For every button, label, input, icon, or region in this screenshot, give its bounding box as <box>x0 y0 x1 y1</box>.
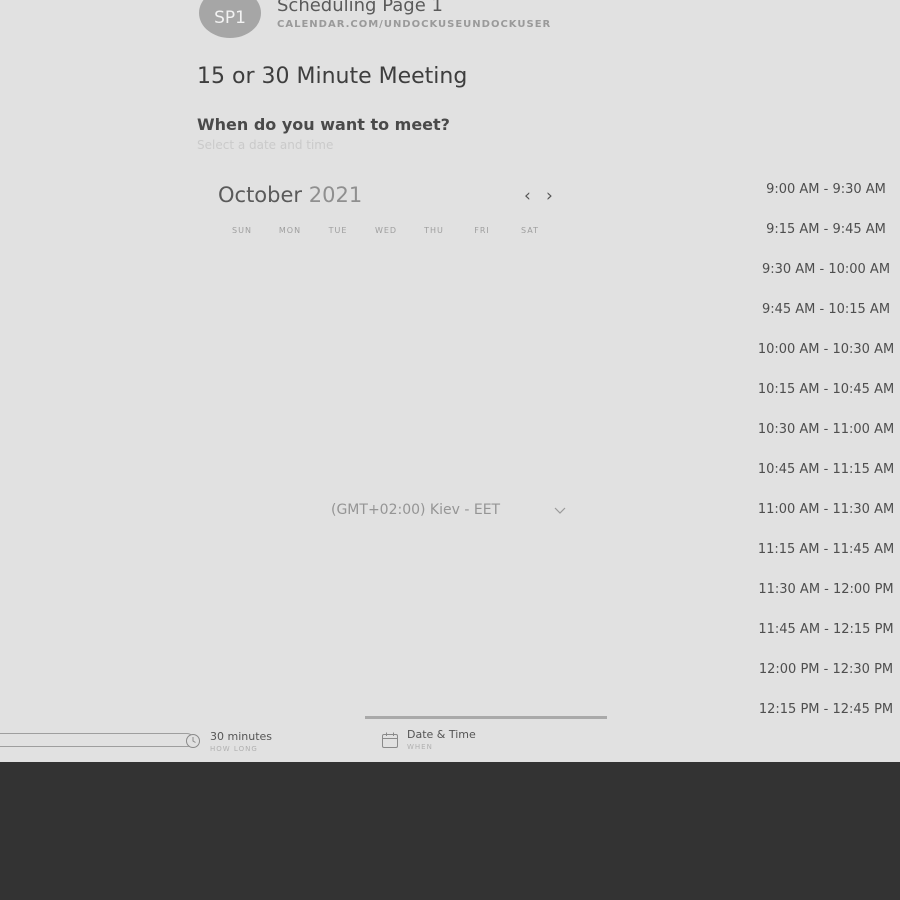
month-title: October 2021 <box>218 183 362 207</box>
meeting-title: 15 or 30 Minute Meeting <box>197 64 468 89</box>
calendar-icon <box>382 732 398 748</box>
prev-month-button[interactable]: ‹ <box>524 186 531 206</box>
page-name: Scheduling Page 1 <box>277 0 443 16</box>
next-month-button[interactable]: › <box>546 186 553 206</box>
duration-step-sub: HOW LONG <box>210 745 258 753</box>
time-slot[interactable]: 9:00 AM - 9:30 AM <box>740 169 900 209</box>
weekday-label: FRI <box>474 226 490 235</box>
time-slot[interactable]: 10:45 AM - 11:15 AM <box>740 449 900 489</box>
dark-overlay <box>0 762 900 900</box>
hint-text: Select a date and time <box>197 138 334 152</box>
time-slot-list: 9:00 AM - 9:30 AM 9:15 AM - 9:45 AM 9:30… <box>740 169 900 729</box>
weekday-label: MON <box>278 226 302 235</box>
time-slot[interactable]: 10:15 AM - 10:45 AM <box>740 369 900 409</box>
time-slot[interactable]: 9:30 AM - 10:00 AM <box>740 249 900 289</box>
time-slot[interactable]: 10:30 AM - 11:00 AM <box>740 409 900 449</box>
time-slot[interactable]: 12:00 PM - 12:30 PM <box>740 649 900 689</box>
weekday-label: THU <box>424 226 444 235</box>
time-slot[interactable]: 10:00 AM - 10:30 AM <box>740 329 900 369</box>
chevron-down-icon[interactable] <box>553 505 567 515</box>
question-heading: When do you want to meet? <box>197 115 450 134</box>
time-slot[interactable]: 12:15 PM - 12:45 PM <box>740 689 900 729</box>
weekday-label: SAT <box>521 226 539 235</box>
weekday-label: WED <box>374 226 398 235</box>
time-slot[interactable]: 9:45 AM - 10:15 AM <box>740 289 900 329</box>
month-name: October <box>218 183 303 207</box>
time-slot[interactable]: 11:45 AM - 12:15 PM <box>740 609 900 649</box>
datetime-step-label[interactable]: Date & Time <box>407 728 476 741</box>
weekday-header: SUN MON TUE WED THU FRI SAT <box>218 226 554 235</box>
weekday-label: SUN <box>232 226 252 235</box>
time-slot[interactable]: 11:00 AM - 11:30 AM <box>740 489 900 529</box>
year-name: 2021 <box>308 183 363 207</box>
datetime-step-sub: WHEN <box>407 743 433 751</box>
avatar: SP1 <box>199 0 261 38</box>
active-step-indicator <box>365 716 607 719</box>
page-url: CALENDAR.COM/UNDOCKUSEUNDOCKUSER <box>277 19 552 30</box>
time-slot[interactable]: 11:30 AM - 12:00 PM <box>740 569 900 609</box>
duration-step-label[interactable]: 30 minutes <box>210 730 272 743</box>
duration-progress-track <box>0 733 194 747</box>
clock-icon <box>186 734 200 748</box>
time-slot[interactable]: 9:15 AM - 9:45 AM <box>740 209 900 249</box>
weekday-label: TUE <box>328 226 348 235</box>
timezone-select[interactable]: (GMT+02:00) Kiev - EET <box>331 502 500 518</box>
scheduling-page: SP1 Scheduling Page 1 CALENDAR.COM/UNDOC… <box>0 0 900 762</box>
time-slot[interactable]: 11:15 AM - 11:45 AM <box>740 529 900 569</box>
